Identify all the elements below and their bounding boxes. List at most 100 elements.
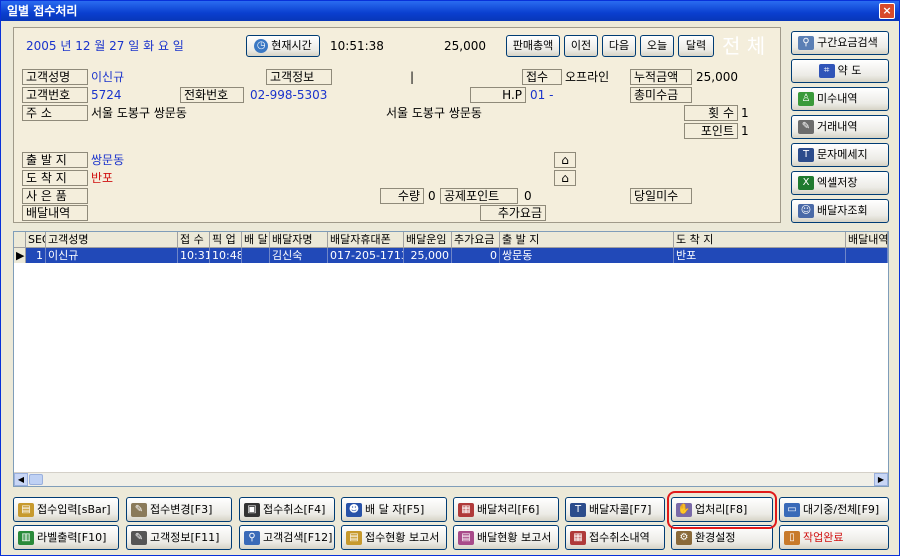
cell-courier-phone[interactable]: 017-205-1713 bbox=[328, 248, 404, 263]
col-customer-name[interactable]: 고객성명 bbox=[46, 232, 178, 248]
cell-arrival[interactable]: 반포 bbox=[674, 248, 846, 263]
col-departure[interactable]: 출 발 지 bbox=[500, 232, 674, 248]
deduct-point-value[interactable]: 0 bbox=[524, 188, 532, 204]
work-done-button[interactable]: ▯ 작업완료 bbox=[779, 525, 889, 550]
courier-call-button[interactable]: T 배달자콜[F7] bbox=[565, 497, 665, 522]
customer-info-label: 고객정보 bbox=[266, 69, 332, 85]
current-time-button[interactable]: ◷ 현재시간 bbox=[246, 35, 320, 57]
excel-save-button[interactable]: X 엑셀저장 bbox=[791, 171, 889, 195]
delivery-report-button[interactable]: ▤ 배달현황 보고서 bbox=[453, 525, 559, 550]
window-title: 일별 접수처리 bbox=[7, 4, 78, 18]
extra-fee-label: 추가요금 bbox=[480, 205, 546, 221]
customer-card-icon: ✎ bbox=[131, 531, 147, 545]
cell-fare[interactable]: 25,000 bbox=[404, 248, 452, 263]
calendar-button[interactable]: 달력 bbox=[678, 35, 714, 57]
cell-seq[interactable]: 1 bbox=[26, 248, 46, 263]
customer-name[interactable]: 이신규 bbox=[91, 69, 124, 85]
quantity-label: 수량 bbox=[380, 188, 424, 204]
col-delivery[interactable]: 배 달 bbox=[242, 232, 270, 248]
title-bar: 일별 접수처리 × bbox=[1, 1, 899, 21]
scroll-right-icon[interactable]: ▶ bbox=[874, 473, 888, 486]
close-button[interactable]: × bbox=[879, 3, 895, 19]
next-button[interactable]: 다음 bbox=[602, 35, 636, 57]
customer-name-label: 고객성명 bbox=[22, 69, 88, 85]
cancel-history-button[interactable]: ▦ 접수취소내역 bbox=[565, 525, 665, 550]
customer-search-button[interactable]: ⚲ 고객검색[F12] bbox=[239, 525, 335, 550]
sales-total-button[interactable]: 판매총액 bbox=[506, 35, 560, 57]
horizontal-scrollbar[interactable]: ◀ ▶ bbox=[14, 472, 888, 486]
point-label: 포인트 bbox=[684, 123, 738, 139]
transaction-icon: ✎ bbox=[798, 120, 814, 134]
prev-button[interactable]: 이전 bbox=[564, 35, 598, 57]
row-pointer-icon: ▶ bbox=[14, 248, 26, 263]
table-row[interactable]: ▶ 1 이신규 10:31 10:48 김신숙 017-205-1713 25,… bbox=[14, 248, 888, 263]
scroll-left-icon[interactable]: ◀ bbox=[14, 473, 28, 486]
col-fare[interactable]: 배달운임 bbox=[404, 232, 452, 248]
col-arrival[interactable]: 도 착 지 bbox=[674, 232, 846, 248]
col-seq[interactable]: SEQ bbox=[26, 232, 46, 248]
cell-pickup[interactable]: 10:48 bbox=[210, 248, 242, 263]
cell-delivery-history[interactable] bbox=[846, 248, 888, 263]
col-receipt[interactable]: 접 수 bbox=[178, 232, 210, 248]
label-print-button[interactable]: ▥ 라벨출력[F10] bbox=[13, 525, 119, 550]
waiting-all-button[interactable]: ▭ 대기중/전체[F9] bbox=[779, 497, 889, 522]
cell-receipt[interactable]: 10:31 bbox=[178, 248, 210, 263]
today-button[interactable]: 오늘 bbox=[640, 35, 674, 57]
unpaid-history-button[interactable]: ♙ 미수내역 bbox=[791, 87, 889, 111]
save-disk-icon: ▣ bbox=[244, 503, 260, 517]
cell-delivery[interactable] bbox=[242, 248, 270, 263]
col-delivery-history[interactable]: 배달내역 bbox=[846, 232, 888, 248]
unpaid-total-label: 총미수금 bbox=[630, 87, 692, 103]
arrival-home-icon[interactable]: ⌂ bbox=[554, 170, 576, 186]
orders-grid[interactable]: SEQ 고객성명 접 수 픽 업 배 달 배달자명 배달자휴대폰 배달운임 추가… bbox=[13, 231, 889, 487]
sms-icon: T bbox=[798, 148, 814, 162]
col-courier-phone[interactable]: 배달자휴대폰 bbox=[328, 232, 404, 248]
delivery-process-button[interactable]: ▦ 배달처리[F6] bbox=[453, 497, 559, 522]
col-pickup[interactable]: 픽 업 bbox=[210, 232, 242, 248]
col-extra-fee[interactable]: 추가요금 bbox=[452, 232, 500, 248]
receipt-change-button[interactable]: ✎ 접수변경[F3] bbox=[126, 497, 232, 522]
count-label: 횟 수 bbox=[684, 105, 738, 121]
col-courier-name[interactable]: 배달자명 bbox=[270, 232, 328, 248]
receipt-cancel-button[interactable]: ▣ 접수취소[F4] bbox=[239, 497, 335, 522]
address-label: 주 소 bbox=[22, 105, 88, 121]
hp-value[interactable]: 01 - bbox=[530, 87, 553, 103]
departure-home-icon[interactable]: ⌂ bbox=[554, 152, 576, 168]
courier-lookup-button[interactable]: ☺ 배달자조회 bbox=[791, 199, 889, 223]
route-fare-search-button[interactable]: ⚲ 구간요금검색 bbox=[791, 31, 889, 55]
cell-departure[interactable]: 쌍문동 bbox=[500, 248, 674, 263]
courier-icon: ☺ bbox=[798, 204, 814, 218]
departure-value[interactable]: 쌍문동 bbox=[91, 152, 124, 168]
excel-icon: X bbox=[798, 176, 814, 190]
report-icon: ▤ bbox=[346, 531, 362, 545]
cell-customer-name[interactable]: 이신규 bbox=[46, 248, 178, 263]
scroll-thumb[interactable] bbox=[29, 474, 43, 485]
map-icon: ⌗ bbox=[818, 64, 835, 78]
time-display: 10:51:38 bbox=[330, 39, 384, 53]
search-route-icon: ⚲ bbox=[798, 36, 814, 50]
customer-number[interactable]: 5724 bbox=[91, 87, 122, 103]
cell-extra-fee[interactable]: 0 bbox=[452, 248, 500, 263]
door-icon: ▯ bbox=[784, 531, 800, 545]
row-indicator-header bbox=[14, 232, 26, 248]
receipt-label: 접수 bbox=[522, 69, 562, 85]
edit-icon: ✎ bbox=[131, 503, 147, 517]
map-button[interactable]: ⌗ 약 도 bbox=[791, 59, 889, 83]
customer-info-value[interactable]: | bbox=[410, 69, 414, 85]
courier-button[interactable]: ☻ 배 달 자[F5] bbox=[341, 497, 447, 522]
receipt-input-button[interactable]: ▤ 접수입력[sBar] bbox=[13, 497, 119, 522]
customer-info-button[interactable]: ✎ 고객정보[F11] bbox=[126, 525, 232, 550]
customer-number-label: 고객번호 bbox=[22, 87, 88, 103]
sms-button[interactable]: T 문자메세지 bbox=[791, 143, 889, 167]
search-icon: ⚲ bbox=[244, 531, 260, 545]
quantity-value[interactable]: 0 bbox=[428, 188, 436, 204]
cell-courier-name[interactable]: 김신숙 bbox=[270, 248, 328, 263]
daily-unpaid-label: 당일미수 bbox=[630, 188, 692, 204]
arrival-value[interactable]: 반포 bbox=[91, 170, 113, 186]
phone-value[interactable]: 02-998-5303 bbox=[250, 87, 327, 103]
address-value[interactable]: 서울 도봉구 쌍문동 bbox=[91, 105, 187, 121]
departure-label: 출 발 지 bbox=[22, 152, 88, 168]
deduct-point-label: 공제포인트 bbox=[440, 188, 518, 204]
receipt-report-button[interactable]: ▤ 접수현황 보고서 bbox=[341, 525, 447, 550]
transaction-history-button[interactable]: ✎ 거래내역 bbox=[791, 115, 889, 139]
